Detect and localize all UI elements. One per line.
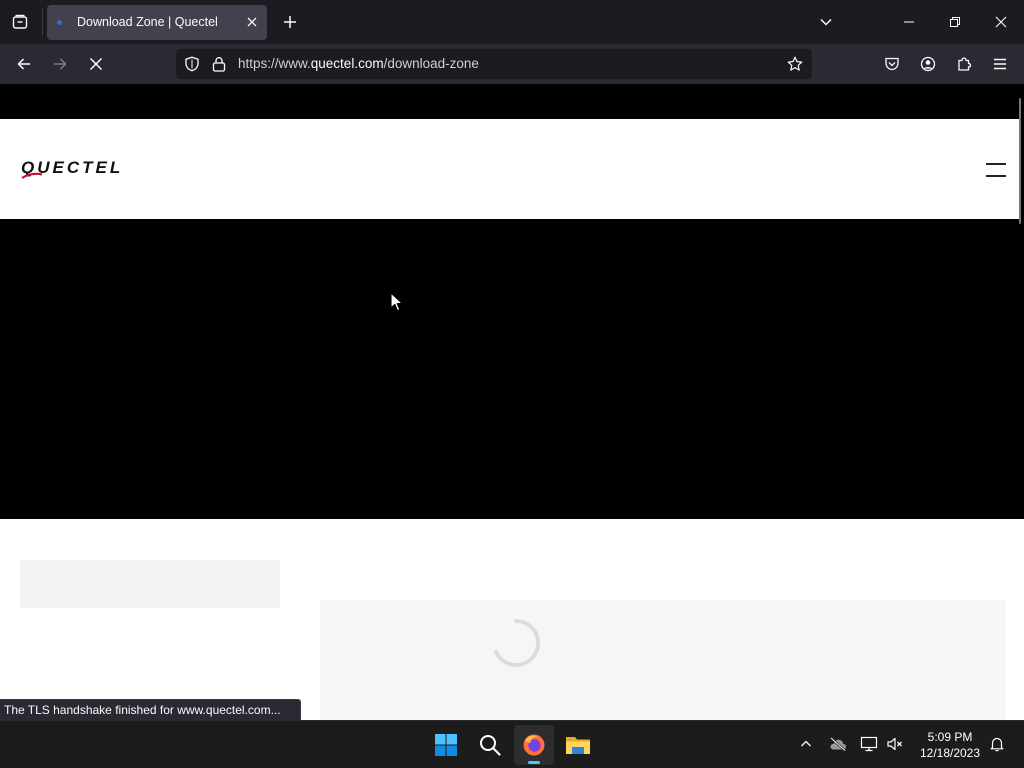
- volume-muted-icon: [887, 737, 902, 751]
- search-icon: [480, 735, 501, 756]
- app-menu-button[interactable]: [984, 48, 1016, 80]
- firefox-view-icon: [12, 14, 28, 29]
- loading-dot-icon: [57, 20, 62, 25]
- url-prefix: https://www.: [238, 56, 311, 71]
- tab-strip-separator: [42, 8, 43, 36]
- url-text[interactable]: https://www.quectel.com/download-zone: [238, 56, 479, 71]
- firefox-view-button[interactable]: [4, 6, 36, 38]
- browser-tab-strip: Download Zone | Quectel: [0, 0, 1024, 44]
- taskbar-file-explorer[interactable]: [558, 725, 598, 765]
- tracking-protection-shield-icon[interactable]: [184, 56, 200, 72]
- hamburger-menu-icon: [994, 58, 1006, 70]
- stop-loading-button[interactable]: [80, 48, 112, 80]
- start-icon: [435, 734, 457, 756]
- restore-icon: [950, 17, 960, 27]
- url-path: /download-zone: [383, 56, 479, 71]
- notifications-button[interactable]: [986, 733, 1008, 755]
- back-button[interactable]: [8, 48, 40, 80]
- cloud-offline-icon: [830, 737, 846, 751]
- quectel-logo[interactable]: QUECTEL: [20, 159, 160, 179]
- extensions-button[interactable]: [948, 48, 980, 80]
- clock-time: 5:09 PM: [927, 730, 973, 744]
- page-content-loading: [0, 519, 1024, 720]
- site-header: QUECTEL: [0, 119, 1020, 219]
- chevron-down-icon: [820, 18, 832, 26]
- hero-banner: [0, 219, 1020, 519]
- forward-arrow-icon: [54, 58, 67, 70]
- forward-button[interactable]: [44, 48, 76, 80]
- pocket-button[interactable]: [876, 48, 908, 80]
- close-icon: [995, 16, 1007, 28]
- stop-icon: [89, 57, 103, 71]
- address-bar[interactable]: https://www.quectel.com/download-zone: [176, 49, 812, 79]
- tab-download-zone[interactable]: Download Zone | Quectel: [47, 5, 267, 40]
- back-arrow-icon: [17, 58, 30, 70]
- new-tab-button[interactable]: [276, 8, 304, 36]
- minimize-icon: [904, 21, 914, 23]
- status-panel: The TLS handshake finished for www.quect…: [0, 699, 301, 720]
- chevron-up-icon: [801, 740, 811, 747]
- restore-button[interactable]: [932, 0, 978, 44]
- taskbar-clock[interactable]: 5:09 PM 12/18/2023: [910, 729, 990, 761]
- plus-icon: [284, 16, 296, 28]
- bookmark-star-icon[interactable]: [787, 56, 803, 72]
- network-button[interactable]: [858, 733, 880, 755]
- lock-icon[interactable]: [212, 56, 226, 72]
- minimize-button[interactable]: [886, 0, 932, 44]
- url-domain: quectel.com: [310, 56, 384, 71]
- navigation-toolbar: https://www.quectel.com/download-zone: [0, 44, 1024, 84]
- tab-close-button[interactable]: [243, 13, 261, 31]
- puzzle-piece-icon: [958, 57, 972, 71]
- windows-taskbar: 5:09 PM 12/18/2023: [0, 720, 1024, 768]
- file-explorer-icon: [566, 737, 590, 754]
- skeleton-placeholder-title: [20, 560, 280, 608]
- clock-date: 12/18/2023: [919, 746, 981, 760]
- start-button[interactable]: [426, 725, 466, 765]
- show-hidden-icons-button[interactable]: [795, 733, 817, 755]
- web-page-viewport: QUECTEL The TLS handshake finished for w…: [0, 84, 1024, 720]
- search-button[interactable]: [470, 725, 510, 765]
- account-icon: [920, 56, 936, 72]
- mouse-pointer-icon: [390, 292, 403, 312]
- volume-button[interactable]: [884, 733, 906, 755]
- active-app-indicator: [528, 761, 540, 764]
- firefox-icon: [523, 734, 545, 756]
- account-button[interactable]: [912, 48, 944, 80]
- onedrive-button[interactable]: [827, 733, 849, 755]
- list-all-tabs-button[interactable]: [812, 8, 840, 36]
- close-window-button[interactable]: [978, 0, 1024, 44]
- taskbar-firefox[interactable]: [514, 725, 554, 765]
- network-icon: [860, 736, 878, 752]
- page-scrollbar[interactable]: [1019, 98, 1021, 224]
- loading-spinner-icon: [494, 618, 541, 667]
- bell-icon: [990, 737, 1004, 752]
- tab-title: Download Zone | Quectel: [77, 15, 218, 29]
- skeleton-placeholder-panel: [320, 600, 1006, 720]
- pocket-icon: [885, 57, 899, 71]
- site-menu-button[interactable]: [984, 161, 1008, 179]
- close-icon: [247, 17, 257, 27]
